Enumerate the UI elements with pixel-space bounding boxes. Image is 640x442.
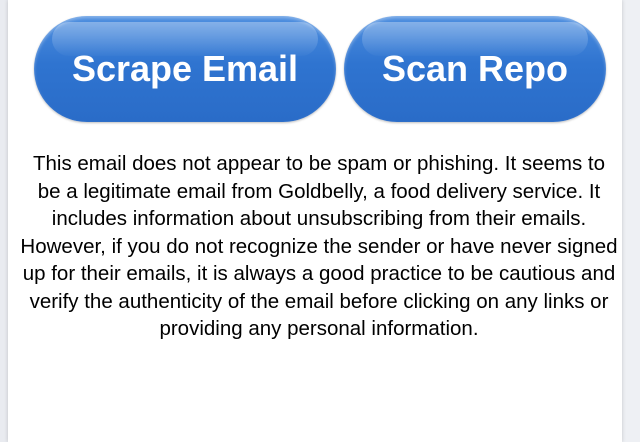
action-button-row: Scrape Email Scan Repo: [8, 16, 622, 124]
analysis-result-text: This email does not appear to be spam or…: [20, 152, 618, 340]
scan-repo-label: Scan Repo: [381, 48, 569, 89]
scan-repo-button[interactable]: Scan Repo: [344, 16, 606, 122]
scrape-email-label: Scrape Email: [71, 48, 299, 89]
extension-popup: Scrape Email Scan Repo This email does n…: [8, 0, 622, 442]
background-window-right-edge: [622, 0, 640, 442]
scrape-email-button[interactable]: Scrape Email: [34, 16, 336, 122]
background-window-left-edge: [0, 0, 8, 442]
